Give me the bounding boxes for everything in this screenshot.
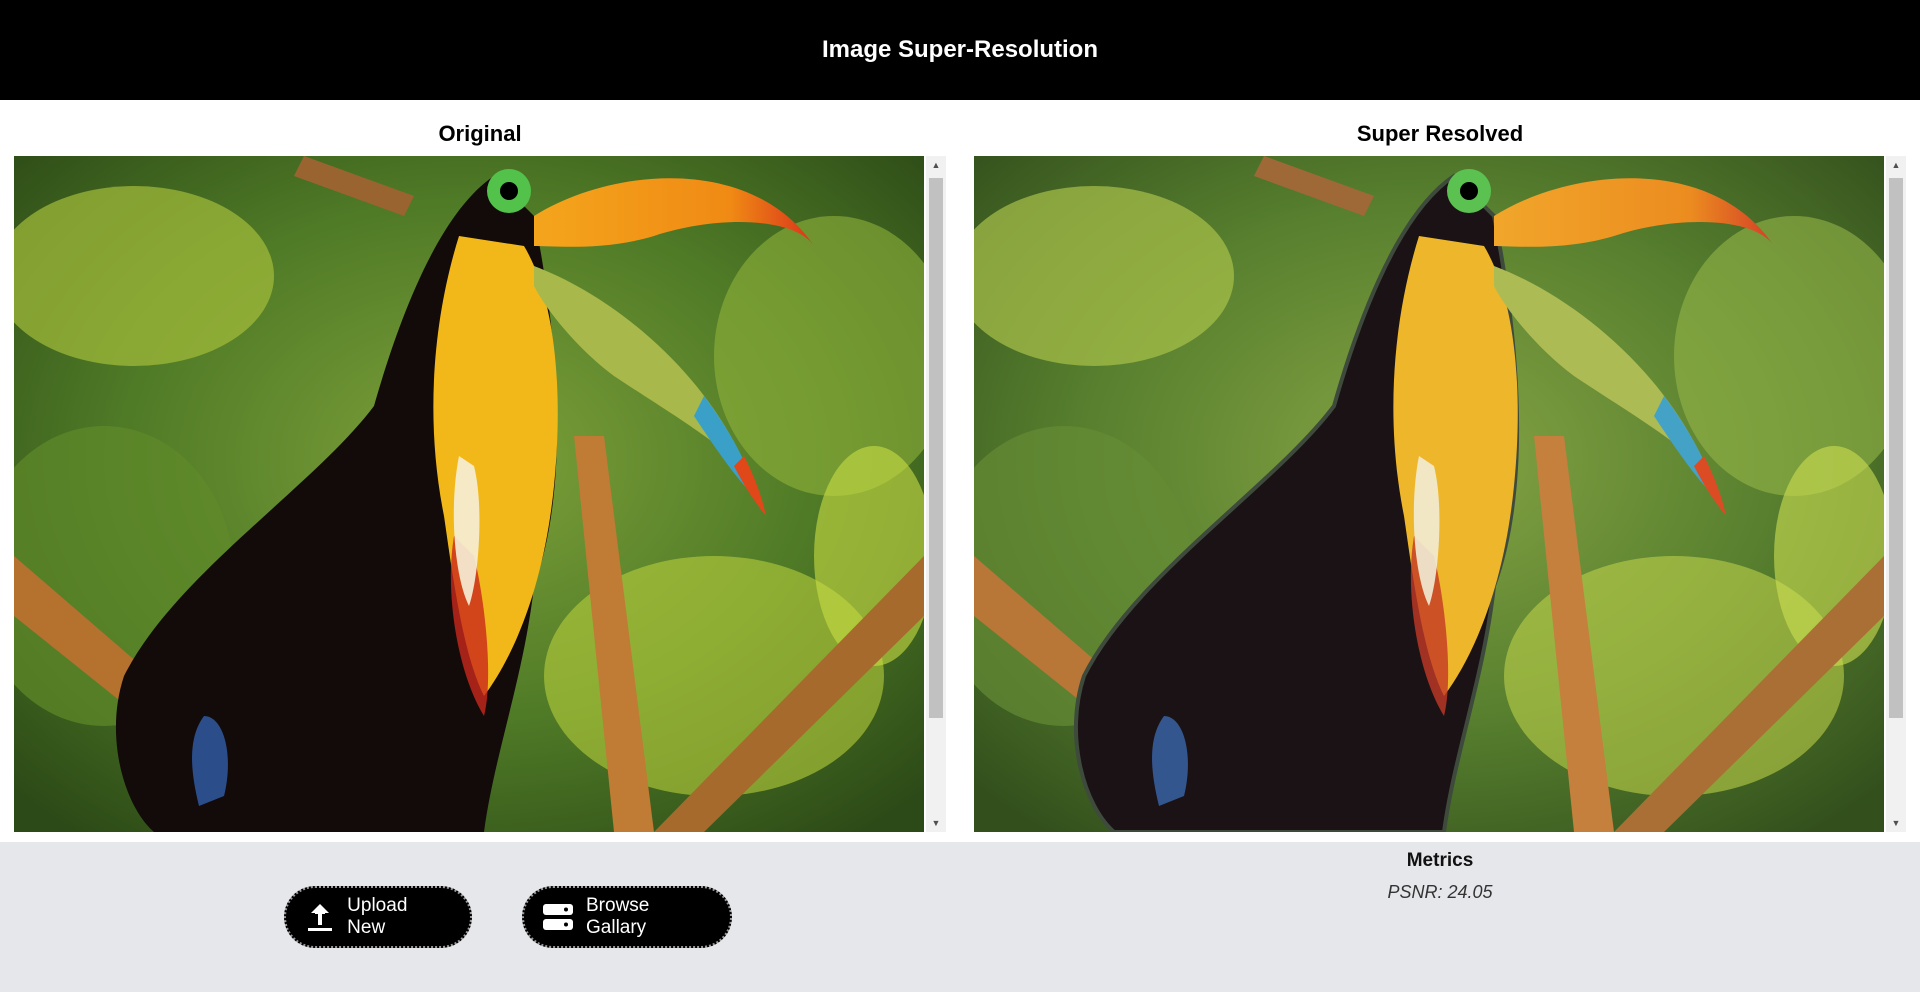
super-resolved-panel-title: Super Resolved — [1356, 121, 1524, 146]
super-resolved-image-viewport[interactable] — [974, 156, 1884, 832]
original-scroll-thumb[interactable] — [929, 178, 943, 718]
app-page: Image Super-Resolution Original ▲ ▼ Supe… — [0, 0, 1920, 992]
original-panel-title: Original — [438, 121, 522, 146]
original-scrollbar[interactable]: ▲ ▼ — [926, 156, 946, 832]
server-icon — [542, 901, 574, 933]
upload-icon — [304, 901, 335, 933]
app-title: Image Super-Resolution — [821, 36, 1099, 63]
super-resolved-image — [974, 156, 1884, 832]
app-header: Image Super-Resolution — [0, 0, 1920, 100]
super-resolved-scroll-thumb[interactable] — [1889, 178, 1903, 718]
super-resolved-scrollbar[interactable]: ▲ ▼ — [1886, 156, 1906, 832]
original-image-viewport[interactable] — [14, 156, 924, 832]
original-scroll-up-icon[interactable]: ▲ — [926, 156, 946, 174]
original-image — [14, 156, 924, 832]
metrics-title: Metrics — [1406, 850, 1474, 871]
psnr-value: PSNR: 24.05 — [1387, 882, 1493, 902]
original-scroll-down-icon[interactable]: ▼ — [926, 814, 946, 832]
upload-new-label: Upload New — [347, 895, 408, 938]
browse-gallery-label: Browse Gallary — [586, 895, 650, 938]
upload-new-button[interactable]: Upload New — [284, 886, 472, 948]
super-resolved-scroll-up-icon[interactable]: ▲ — [1886, 156, 1906, 174]
super-resolved-scroll-down-icon[interactable]: ▼ — [1886, 814, 1906, 832]
browse-gallery-button[interactable]: Browse Gallary — [522, 886, 732, 948]
